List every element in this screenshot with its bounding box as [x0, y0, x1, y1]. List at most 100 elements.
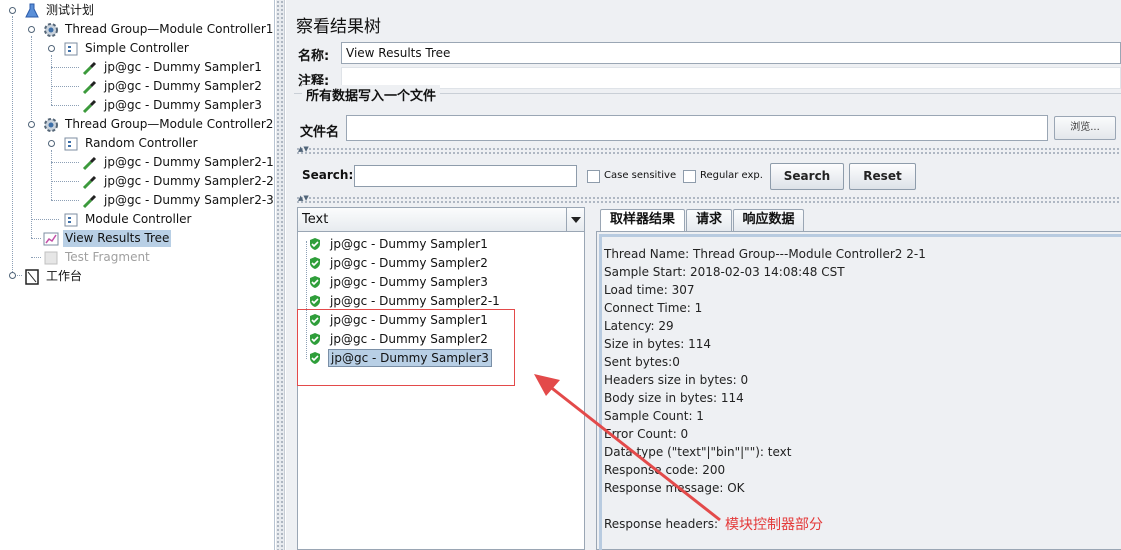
case-sensitive-checkbox[interactable] [587, 170, 600, 183]
tree-item-label: 测试计划 [46, 3, 95, 17]
result-item[interactable]: jp@gc - Dummy Sampler3 [308, 273, 490, 291]
file-group-title: 所有数据写入一个文件 [302, 85, 441, 104]
tree-line [51, 162, 79, 163]
tree-line [31, 238, 41, 239]
result-item-label: jp@gc - Dummy Sampler1 [330, 237, 488, 251]
split-handle[interactable] [296, 147, 1121, 154]
chevron-down-icon[interactable] [566, 208, 584, 231]
renderer-select[interactable]: Text [298, 208, 584, 232]
tree-item-view-results-tree[interactable]: View Results Tree [43, 229, 172, 248]
split-handle[interactable] [296, 196, 1121, 203]
renderer-select-value: Text [302, 212, 329, 227]
tree-item-label: Thread Group—Module Controller1 [65, 22, 274, 36]
detail-line: Sent bytes:0 [604, 355, 680, 369]
tab-request[interactable]: 请求 [686, 209, 732, 231]
tree-line [31, 257, 41, 258]
result-item-label: jp@gc - Dummy Sampler2-1 [330, 294, 500, 308]
tree-item-module-controller[interactable]: Module Controller [63, 210, 193, 229]
regex-label: Regular exp. [700, 170, 763, 181]
tree-item-workbench[interactable]: 工作台 [24, 267, 84, 286]
test-plan-tree[interactable]: 测试计划 Thread Group—Module Controller1 Sim… [0, 0, 275, 550]
browse-button[interactable]: 浏览... [1054, 116, 1116, 140]
controller-icon [64, 137, 78, 150]
tree-item-label: jp@gc - Dummy Sampler2-1 [104, 155, 274, 169]
expand-knob-icon[interactable] [27, 120, 36, 129]
annotation-text: 模块控制器部分 [725, 517, 823, 533]
collapse-arrows-icon[interactable]: ▲▼ [298, 146, 309, 153]
regex-checkbox[interactable] [683, 170, 696, 183]
tree-item-label: Random Controller [85, 136, 198, 150]
tree-item-simple-controller[interactable]: Simple Controller [63, 39, 191, 58]
tree-line [51, 55, 52, 105]
tree-item-sampler[interactable]: jp@gc - Dummy Sampler3 [82, 96, 264, 115]
tree-item-random-controller[interactable]: Random Controller [63, 134, 200, 153]
tree-item-label: jp@gc - Dummy Sampler2-2 [104, 174, 274, 188]
comment-input[interactable] [341, 67, 1121, 89]
file-name-label: 文件名 [300, 125, 340, 140]
tree-item-test-plan[interactable]: 测试计划 [24, 1, 96, 20]
tree-item-sampler[interactable]: jp@gc - Dummy Sampler2-2 [82, 172, 276, 191]
expand-knob-icon[interactable] [47, 44, 56, 53]
tree-item-sampler[interactable]: jp@gc - Dummy Sampler2-1 [82, 153, 276, 172]
fragment-icon [44, 251, 58, 264]
result-item-label: jp@gc - Dummy Sampler3 [330, 275, 488, 289]
result-item-label: jp@gc - Dummy Sampler2 [330, 256, 488, 270]
tree-line [31, 36, 32, 124]
case-sensitive-label: Case sensitive [604, 170, 677, 181]
expand-knob-icon[interactable] [27, 25, 36, 34]
detail-line: Thread Name: Thread Group---Module Contr… [604, 247, 926, 261]
tab-response-data[interactable]: 响应数据 [733, 209, 804, 231]
result-item[interactable]: jp@gc - Dummy Sampler2 [308, 254, 490, 272]
success-shield-icon [310, 295, 320, 307]
tree-item-label: 工作台 [46, 269, 83, 283]
success-shield-icon [310, 238, 320, 250]
tree-item-sampler[interactable]: jp@gc - Dummy Sampler1 [82, 58, 264, 77]
tree-item-thread-group-1[interactable]: Thread Group—Module Controller1 [43, 20, 275, 39]
search-button[interactable]: Search [770, 163, 844, 190]
tree-item-test-fragment[interactable]: Test Fragment [43, 248, 152, 267]
tree-item-label: View Results Tree [63, 230, 172, 247]
name-label: 名称: [298, 49, 330, 64]
detail-line: Load time: 307 [604, 283, 695, 297]
dropper-icon [82, 80, 97, 94]
expand-knob-icon[interactable] [8, 6, 17, 15]
tree-item-label: Simple Controller [85, 41, 189, 55]
file-name-input[interactable] [346, 115, 1048, 141]
tree-line [51, 86, 79, 87]
success-shield-icon [310, 257, 320, 269]
tree-line [51, 150, 52, 200]
name-input[interactable]: View Results Tree [341, 42, 1121, 64]
result-item[interactable]: jp@gc - Dummy Sampler1 [308, 235, 490, 253]
success-shield-icon [310, 276, 320, 288]
tree-line [51, 200, 79, 201]
tree-item-sampler[interactable]: jp@gc - Dummy Sampler2-3 [82, 191, 276, 210]
tree-line [31, 131, 32, 238]
detail-line: Size in bytes: 114 [604, 337, 712, 351]
tree-item-label: Thread Group—Module Controller2 [65, 117, 274, 131]
dropper-icon [82, 61, 97, 75]
reset-button[interactable]: Reset [849, 163, 916, 190]
detail-line: Latency: 29 [604, 319, 674, 333]
search-label: Search: [302, 168, 354, 182]
expand-knob-icon[interactable] [47, 139, 56, 148]
dropper-icon [82, 156, 97, 170]
tab-sampler-result[interactable]: 取样器结果 [600, 209, 685, 232]
search-input[interactable] [354, 165, 577, 187]
tree-item-thread-group-2[interactable]: Thread Group—Module Controller2 [43, 115, 275, 134]
detail-line: Sample Start: 2018-02-03 14:08:48 CST [604, 265, 845, 279]
result-item[interactable]: jp@gc - Dummy Sampler2-1 [308, 292, 502, 310]
tree-item-label: jp@gc - Dummy Sampler1 [104, 60, 262, 74]
tree-item-sampler[interactable]: jp@gc - Dummy Sampler2 [82, 77, 264, 96]
detail-line: Connect Time: 1 [604, 301, 703, 315]
tree-item-label: jp@gc - Dummy Sampler2-3 [104, 193, 274, 207]
panel-title: 察看结果树 [296, 17, 381, 37]
split-divider[interactable] [276, 0, 285, 550]
dropper-icon [82, 194, 97, 208]
collapse-knob-icon[interactable] [8, 271, 17, 280]
flask-icon [25, 3, 39, 17]
collapse-arrows-icon[interactable]: ▲▼ [298, 195, 309, 202]
annotation-box [297, 309, 515, 386]
tree-item-label: Module Controller [85, 212, 192, 226]
dropper-icon [82, 175, 97, 189]
tree-line [31, 219, 59, 220]
